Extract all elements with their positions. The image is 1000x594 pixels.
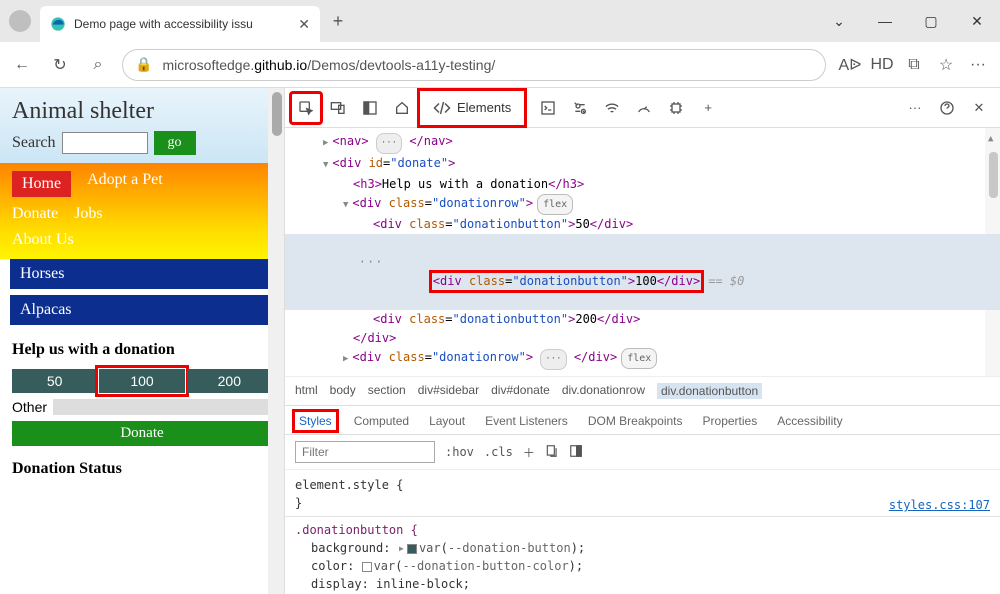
page-scrollbar[interactable] [268, 88, 284, 594]
donation-status-heading: Donation Status [12, 460, 272, 478]
tab-computed[interactable]: Computed [354, 414, 409, 428]
new-tab-button[interactable]: + [320, 0, 356, 42]
dom-tree[interactable]: ▲ <nav> ··· </nav> <div id="donate"> <h3… [285, 128, 1000, 376]
tab-styles[interactable]: Styles [299, 414, 332, 428]
hov-toggle[interactable]: :hov [445, 445, 474, 459]
devtools-panel: Elements + ··· ✕ ▲ <nav> ··· </nav> <div… [285, 88, 1000, 594]
profile-button[interactable] [0, 0, 40, 42]
hd-icon[interactable]: HD [868, 51, 896, 79]
network-tab-icon[interactable] [597, 93, 627, 123]
donation-100-button[interactable]: 100 [99, 369, 184, 393]
more-menu-icon[interactable]: ··· [964, 51, 992, 79]
devtools-more-icon[interactable]: ··· [900, 93, 930, 123]
url-text: microsoftedge.github.io/Demos/devtools-a… [162, 57, 495, 73]
lock-icon: 🔒 [135, 56, 152, 73]
sources-tab-icon[interactable] [565, 93, 595, 123]
styles-filter-row: :hov .cls ＋ [285, 435, 1000, 470]
animal-item-alpacas[interactable]: Alpacas [10, 295, 274, 325]
page-title: Animal shelter [12, 98, 272, 125]
reload-button[interactable]: ↻ [46, 51, 74, 79]
main-nav: Home Adopt a Pet Donate Jobs About Us [0, 163, 284, 259]
donation-200-button[interactable]: 200 [187, 369, 272, 393]
search-input[interactable] [62, 132, 148, 154]
styles-more-icon[interactable] [545, 444, 559, 461]
window-minimize-button[interactable]: — [862, 0, 908, 42]
dom-breadcrumb[interactable]: html body section div#sidebar div#donate… [285, 376, 1000, 406]
memory-tab-icon[interactable] [661, 93, 691, 123]
browser-tab[interactable]: Demo page with accessibility issu ✕ [40, 6, 320, 42]
element-style-rule: element.style { [295, 476, 990, 494]
read-aloud-icon[interactable]: Aᐉ [836, 51, 864, 79]
elements-tab[interactable]: Elements [423, 92, 521, 124]
donation-other-label: Other [12, 399, 47, 415]
window-chevron-icon[interactable]: ⌄ [816, 0, 862, 42]
new-style-rule-icon[interactable]: ＋ [523, 444, 535, 461]
welcome-icon[interactable] [387, 93, 417, 123]
nav-home[interactable]: Home [12, 171, 71, 197]
tab-event-listeners[interactable]: Event Listeners [485, 414, 568, 428]
rule-selector: .donationbutton { [295, 521, 990, 539]
code-icon [433, 99, 451, 117]
nav-adopt[interactable]: Adopt a Pet [87, 171, 163, 197]
window-close-button[interactable]: ✕ [954, 0, 1000, 42]
window-titlebar: Demo page with accessibility issu ✕ + ⌄ … [0, 0, 1000, 42]
rendered-page: Animal shelter Search go Home Adopt a Pe… [0, 88, 285, 594]
styles-rules[interactable]: element.style { } styles.css:107 .donati… [285, 470, 1000, 594]
inspect-element-button[interactable] [291, 93, 321, 123]
favorite-star-icon[interactable]: ☆ [932, 51, 960, 79]
elements-tab-label: Elements [457, 100, 511, 115]
tab-dom-breakpoints[interactable]: DOM Breakpoints [588, 414, 683, 428]
donation-50-button[interactable]: 50 [12, 369, 97, 393]
nav-jobs[interactable]: Jobs [74, 205, 102, 223]
tab-properties[interactable]: Properties [703, 414, 758, 428]
go-button[interactable]: go [154, 131, 196, 155]
source-link[interactable]: styles.css:107 [889, 496, 990, 514]
search-button[interactable]: ⌕ [84, 51, 112, 79]
tab-accessibility[interactable]: Accessibility [777, 414, 842, 428]
nav-about[interactable]: About Us [12, 231, 74, 249]
animal-item-horses[interactable]: Horses [10, 259, 274, 289]
search-label: Search [12, 134, 56, 152]
donation-other-input[interactable] [53, 399, 272, 415]
url-field[interactable]: 🔒 microsoftedge.github.io/Demos/devtools… [122, 49, 826, 81]
donate-button[interactable]: Donate [12, 421, 272, 446]
devtools-toolbar: Elements + ··· ✕ [285, 88, 1000, 128]
console-tab-icon[interactable] [533, 93, 563, 123]
edge-favicon-icon [50, 16, 66, 32]
computed-sidebar-icon[interactable] [569, 444, 583, 461]
donation-heading: Help us with a donation [12, 341, 272, 359]
dock-side-icon[interactable] [355, 93, 385, 123]
styles-filter-input[interactable] [295, 441, 435, 463]
more-tabs-button[interactable]: + [693, 93, 723, 123]
back-button[interactable]: ← [8, 51, 36, 79]
window-maximize-button[interactable]: ▢ [908, 0, 954, 42]
tab-close-icon[interactable]: ✕ [298, 16, 310, 33]
collections-icon[interactable]: ⧉ [900, 51, 928, 79]
tab-title: Demo page with accessibility issu [74, 17, 290, 31]
device-toggle-button[interactable] [323, 93, 353, 123]
devtools-help-icon[interactable] [932, 93, 962, 123]
address-bar: ← ↻ ⌕ 🔒 microsoftedge.github.io/Demos/de… [0, 42, 1000, 88]
tab-layout[interactable]: Layout [429, 414, 465, 428]
styles-tabs: Styles Computed Layout Event Listeners D… [285, 406, 1000, 435]
devtools-close-button[interactable]: ✕ [964, 93, 994, 123]
cls-toggle[interactable]: .cls [484, 445, 513, 459]
performance-tab-icon[interactable] [629, 93, 659, 123]
nav-donate[interactable]: Donate [12, 205, 58, 223]
